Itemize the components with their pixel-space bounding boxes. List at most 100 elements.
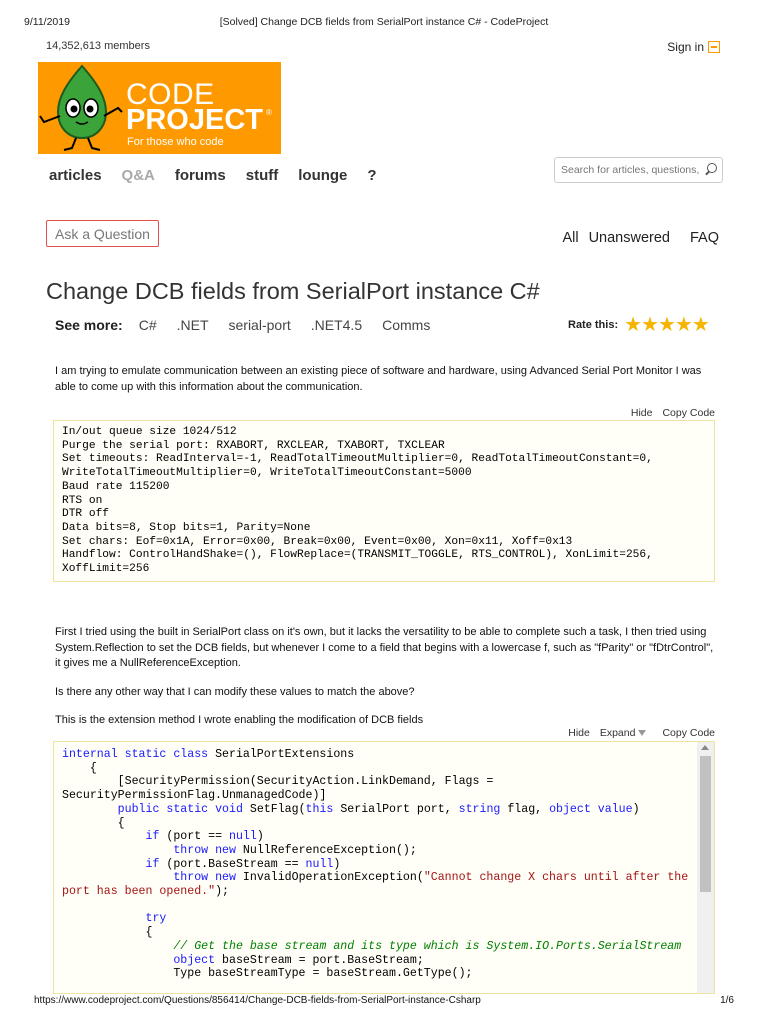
filter-all[interactable]: All [562,230,578,246]
code-2-line: { [62,762,706,776]
code-token: SecurityPermissionFlag.UnmanagedCode)] [62,789,327,803]
code-token: if [145,857,160,871]
code-token: NullReferenceException(); [235,843,417,857]
print-title: [Solved] Change DCB fields from SerialPo… [219,16,549,28]
tag-dotnet[interactable]: .NET [177,317,209,333]
code-token: object [549,802,591,816]
see-more-label: See more: [55,317,123,333]
code-token: // Get the base stream and its type whic… [173,939,682,953]
code-token: null [305,857,334,871]
code-2-line: Type baseStreamType = baseStream.GetType… [62,967,706,981]
code-1-line: DTR off [62,508,109,521]
logo-word-project: PROJECT [126,104,263,136]
codeproject-logo[interactable]: CODE PROJECT ® For those who code [38,62,281,154]
code-1-copy-button[interactable]: Copy Code [662,407,715,419]
code-token: value [597,802,633,816]
faq-link[interactable]: FAQ [690,230,719,246]
code-1-line: WriteTotalTimeoutMultiplier=0, WriteTota… [62,467,472,480]
code-token: throw new [173,871,236,885]
nav-qa[interactable]: Q&A [122,167,155,184]
print-footer-url: https://www.codeproject.com/Questions/85… [34,995,481,1006]
filter-unanswered[interactable]: Unanswered [589,230,670,246]
code-token: InvalidOperationException( [235,871,424,885]
code-2-scrollbar[interactable] [697,742,714,993]
code-block-2: internal static class SerialPortExtensio… [53,741,715,994]
code-2-line: object baseStream = port.BaseStream; [62,954,706,968]
code-2-line: { [62,817,706,831]
print-footer-page: 1/6 [720,995,734,1006]
code-token: ) [632,802,640,816]
code-2-line: port has been opened."); [62,885,706,899]
code-block-1: In/out queue size 1024/512 Purge the seri… [53,420,715,582]
star-rating-icon[interactable]: ★★★★★ [624,315,710,335]
tag-dotnet45[interactable]: .NET4.5 [311,317,362,333]
code-1-line: Handflow: ControlHandShake=(), FlowRepla… [62,549,653,562]
code-token: (port.BaseStream == [159,857,306,871]
sign-in-link[interactable]: Sign in [667,40,720,54]
code-2-expand-button[interactable]: Expand [600,727,647,739]
sign-in-icon [708,41,720,53]
tag-list: See more: C# .NET serial-port .NET4.5 Co… [55,317,430,333]
search-input[interactable]: Search for articles, questions, tips [554,157,723,183]
code-1-line: Purge the serial port: RXABORT, RXCLEAR,… [62,439,445,452]
code-token: { [62,926,153,940]
code-2-line: throw new NullReferenceException(); [62,844,706,858]
nav-stuff[interactable]: stuff [246,167,279,184]
code-2-copy-button[interactable]: Copy Code [662,727,715,739]
code-token: SerialPort port, [333,802,459,816]
code-token: SerialPortExtensions [208,748,355,761]
code-token: Type baseStreamType = baseStream.GetType… [62,967,473,981]
code-2-content: internal static class SerialPortExtensio… [54,742,714,987]
code-2-line: { [62,926,706,940]
scroll-up-arrow-icon[interactable] [701,745,709,750]
tag-serial-port[interactable]: serial-port [229,317,291,333]
nav-articles[interactable]: articles [49,167,102,184]
code-token: try [145,912,167,926]
ask-question-button[interactable]: Ask a Question [46,220,159,247]
code-token: port has been opened." [62,885,216,899]
code-2-line: [SecurityPermission(SecurityAction.LinkD… [62,775,706,789]
rating: Rate this: ★★★★★ [568,315,710,335]
code-token: ) [256,830,264,844]
member-count: 14,352,613 members [46,40,150,52]
search-icon[interactable] [700,159,722,181]
code-1-line: In/out queue size 1024/512 [62,426,237,438]
scroll-thumb[interactable] [700,756,711,892]
code-2-hide-button[interactable]: Hide [568,727,590,739]
nav-forums[interactable]: forums [175,167,226,184]
code-token: { [62,761,97,775]
logo-tagline: For those who code [127,136,224,148]
code-2-line: throw new InvalidOperationException("Can… [62,871,706,885]
code-block-1-toolbar: Hide Copy Code [631,407,715,419]
code-1-hide-button[interactable]: Hide [631,407,653,419]
sign-in-label: Sign in [667,40,704,54]
tag-csharp[interactable]: C# [139,317,157,333]
code-token: internal static class [62,748,209,761]
code-2-line: if (port == null) [62,830,706,844]
code-token: this [305,802,334,816]
code-token: ); [215,885,229,899]
print-header: 9/11/2019 [Solved] Change DCB fields fro… [24,16,744,30]
code-2-expand-label: Expand [599,727,636,739]
code-1-line: XoffLimit=256 [62,563,150,576]
question-filter-nav: All Unanswered FAQ [562,230,719,246]
question-paragraph-1: I am trying to emulate communication bet… [55,365,702,393]
code-token: ) [333,857,341,871]
code-2-line: // Get the base stream and its type whic… [62,940,706,954]
code-2-line: internal static class SerialPortExtensio… [62,748,706,762]
code-2-line: public static void SetFlag(this SerialPo… [62,803,706,817]
nav-lounge[interactable]: lounge [298,167,347,184]
tag-comms[interactable]: Comms [382,317,430,333]
nav-help[interactable]: ? [367,167,376,184]
code-2-line: SecurityPermissionFlag.UnmanagedCode)] [62,789,706,803]
code-1-line: Baud rate 115200 [62,480,170,493]
code-token: public static void [117,802,243,816]
search-placeholder: Search for articles, questions, tips [561,164,700,176]
code-2-line: if (port.BaseStream == null) [62,858,706,872]
